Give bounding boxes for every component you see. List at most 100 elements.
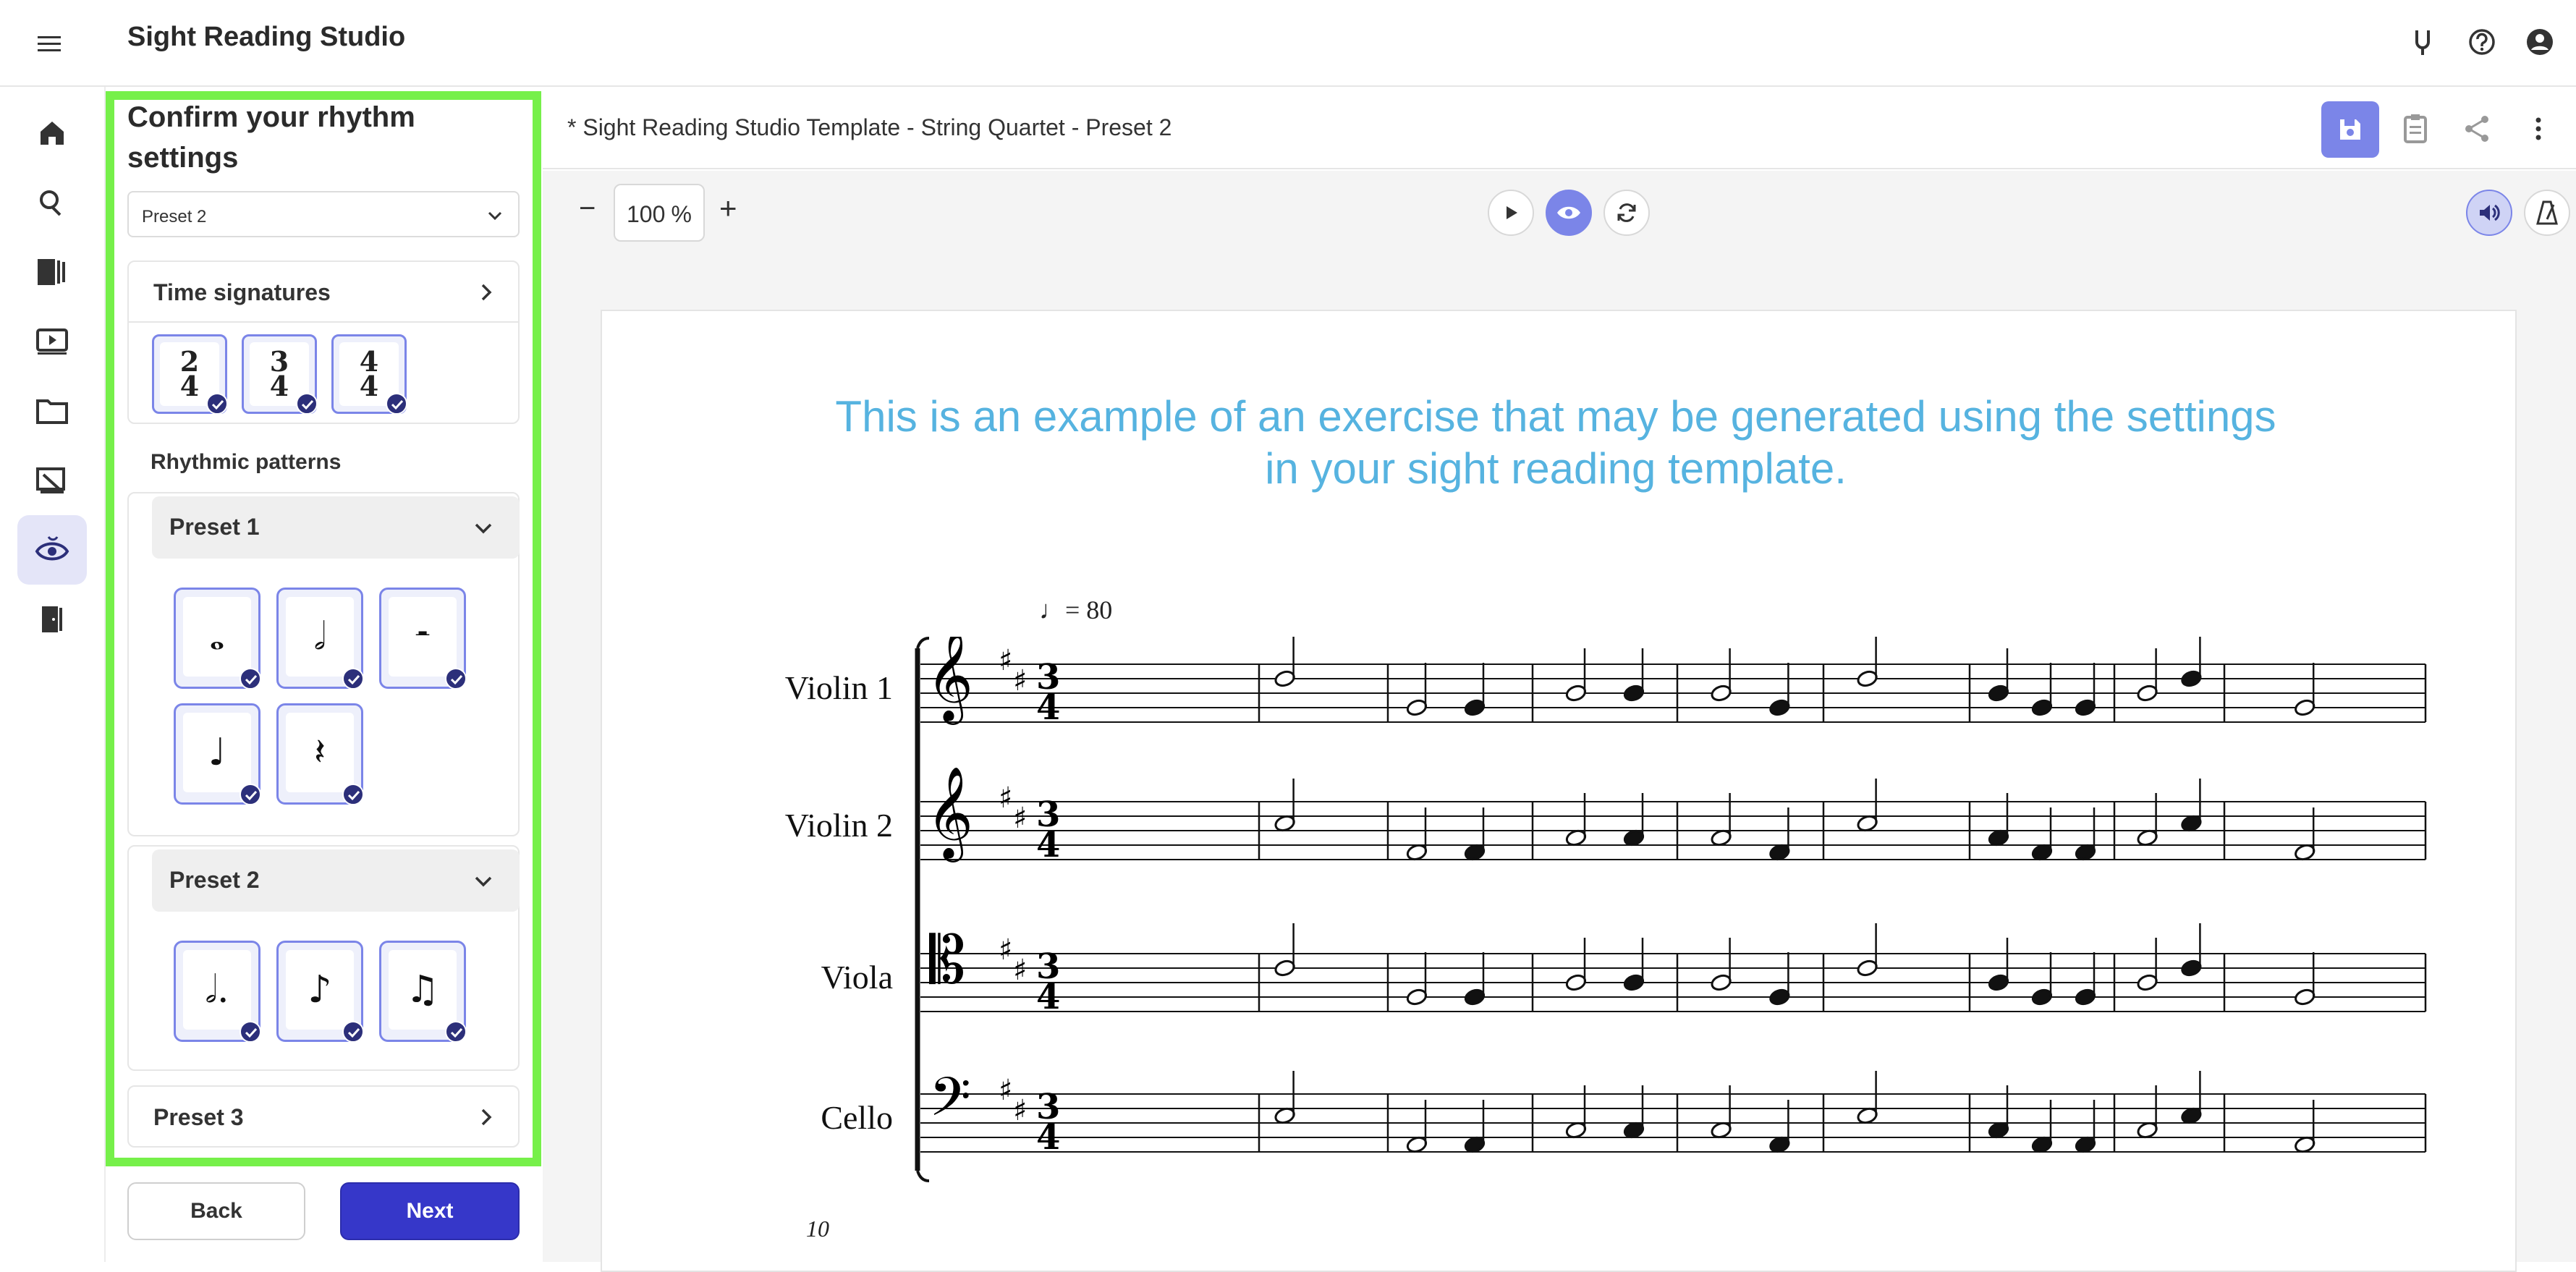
key-signature-sharp: ♯ xyxy=(999,933,1012,967)
document-title: * Sight Reading Studio Template - String… xyxy=(567,114,1172,140)
time-signature-bottom: 4 xyxy=(1036,825,1060,865)
search-icon xyxy=(40,190,62,216)
time-signature-bottom: 4 xyxy=(1036,1117,1060,1158)
nav-home[interactable] xyxy=(17,98,87,168)
note-head xyxy=(1857,959,1878,977)
sight-reading-icon xyxy=(35,536,69,561)
note-head xyxy=(1274,959,1295,977)
example-notice: This is an example of an exercise that m… xyxy=(835,392,2276,493)
note-head xyxy=(1406,988,1428,1006)
metronome-button[interactable] xyxy=(2524,190,2570,236)
play-button[interactable] xyxy=(1488,190,1534,236)
key-signature-sharp: ♯ xyxy=(999,1074,1012,1107)
staff-label-violin-1: Violin 1 xyxy=(784,669,893,706)
note-head xyxy=(1565,974,1587,991)
zoom-input[interactable]: 100 % xyxy=(614,184,705,242)
tuning-fork-icon[interactable] xyxy=(2407,26,2441,61)
key-signature-sharp: ♯ xyxy=(999,644,1012,677)
staff-label-violin-2: Violin 2 xyxy=(784,807,893,844)
note-head xyxy=(2181,959,2202,977)
note-head xyxy=(1711,974,1732,991)
note-head xyxy=(1464,699,1486,716)
nav-folder[interactable] xyxy=(17,376,87,446)
note-head xyxy=(1988,684,2009,702)
key-signature-sharp: ♯ xyxy=(1013,1094,1027,1127)
library-icon xyxy=(38,259,65,285)
time-signature-bottom: 4 xyxy=(1036,687,1060,728)
note-head xyxy=(1274,670,1295,687)
note-head xyxy=(2075,699,2096,716)
note-head xyxy=(1565,684,1587,702)
share-button[interactable] xyxy=(2462,113,2494,145)
note-head xyxy=(2075,988,2096,1006)
account-icon[interactable] xyxy=(2524,26,2559,61)
folder-icon xyxy=(36,399,68,424)
more-vertical-icon xyxy=(2535,117,2541,140)
note-head xyxy=(1623,684,1645,702)
key-signature-sharp: ♯ xyxy=(999,781,1012,815)
exit-icon xyxy=(42,606,62,632)
volume-icon xyxy=(2480,204,2500,221)
measure-number: 10 xyxy=(806,1216,829,1242)
app-title: Sight Reading Studio xyxy=(127,22,406,52)
note-head xyxy=(1464,988,1486,1006)
nav-library[interactable] xyxy=(17,237,87,307)
note-head xyxy=(2031,988,2053,1006)
note-head xyxy=(2295,988,2316,1006)
eye-icon xyxy=(1557,206,1580,219)
note-head xyxy=(1769,988,1790,1006)
help-icon[interactable] xyxy=(2466,26,2501,61)
alto-clef: 𝄡 xyxy=(929,923,965,998)
clipboard-icon xyxy=(2404,114,2427,143)
bass-clef: 𝄢 xyxy=(929,1066,971,1142)
assignment-icon xyxy=(36,467,65,493)
note-head xyxy=(2031,699,2053,716)
video-icon xyxy=(36,328,68,355)
menu-icon[interactable] xyxy=(35,32,69,61)
note-head xyxy=(1857,670,1878,687)
save-icon xyxy=(2340,119,2360,140)
zoom-unit: % xyxy=(671,201,692,227)
save-button[interactable] xyxy=(2321,101,2379,158)
nav-sight-reading[interactable] xyxy=(17,515,87,585)
tempo-marking: ♩= 80 xyxy=(1039,595,1113,624)
more-options-button[interactable] xyxy=(2530,113,2551,145)
nav-search[interactable] xyxy=(17,168,87,237)
note-head xyxy=(2181,670,2202,687)
regenerate-button[interactable] xyxy=(1603,190,1650,236)
metronome-icon xyxy=(2536,200,2558,225)
key-signature-sharp: ♯ xyxy=(1013,802,1027,835)
zoom-value: 100 xyxy=(627,201,666,227)
home-icon xyxy=(41,122,64,145)
note-head xyxy=(1769,699,1790,716)
treble-clef: 𝄞 xyxy=(926,766,973,862)
time-signature-bottom: 4 xyxy=(1036,977,1060,1017)
note-head xyxy=(2137,974,2158,991)
note-head xyxy=(1623,974,1645,991)
key-signature-sharp: ♯ xyxy=(1013,954,1027,987)
nav-video[interactable] xyxy=(17,307,87,376)
share-icon xyxy=(2465,116,2488,142)
key-signature-sharp: ♯ xyxy=(1013,664,1027,698)
nav-exit[interactable] xyxy=(17,585,87,654)
clipboard-button[interactable] xyxy=(2401,113,2433,145)
note-head xyxy=(2295,699,2316,716)
back-button[interactable]: Back xyxy=(127,1182,305,1240)
panel-highlight-outline xyxy=(106,91,541,1166)
note-head xyxy=(1711,684,1732,702)
nav-assignments[interactable] xyxy=(17,446,87,515)
zoom-out-button[interactable]: − xyxy=(579,192,596,225)
staff-label-viola: Viola xyxy=(821,959,893,996)
treble-clef: 𝄞 xyxy=(926,637,973,725)
note-head xyxy=(1988,974,2009,991)
note-head xyxy=(1406,699,1428,716)
sound-button[interactable] xyxy=(2466,190,2512,236)
view-toggle-button[interactable] xyxy=(1546,190,1592,236)
score-notation: 𝄞 𝄞 𝄡 𝄢 ♯♯ 34♯♯ 34♯♯ 34♯♯ 34 xyxy=(915,637,2427,1182)
play-icon xyxy=(1507,206,1517,219)
zoom-in-button[interactable]: + xyxy=(719,191,737,226)
staff-label-cello: Cello xyxy=(821,1099,893,1136)
note-head xyxy=(2137,684,2158,702)
next-button[interactable]: Next xyxy=(340,1182,520,1240)
refresh-icon xyxy=(1617,203,1636,222)
